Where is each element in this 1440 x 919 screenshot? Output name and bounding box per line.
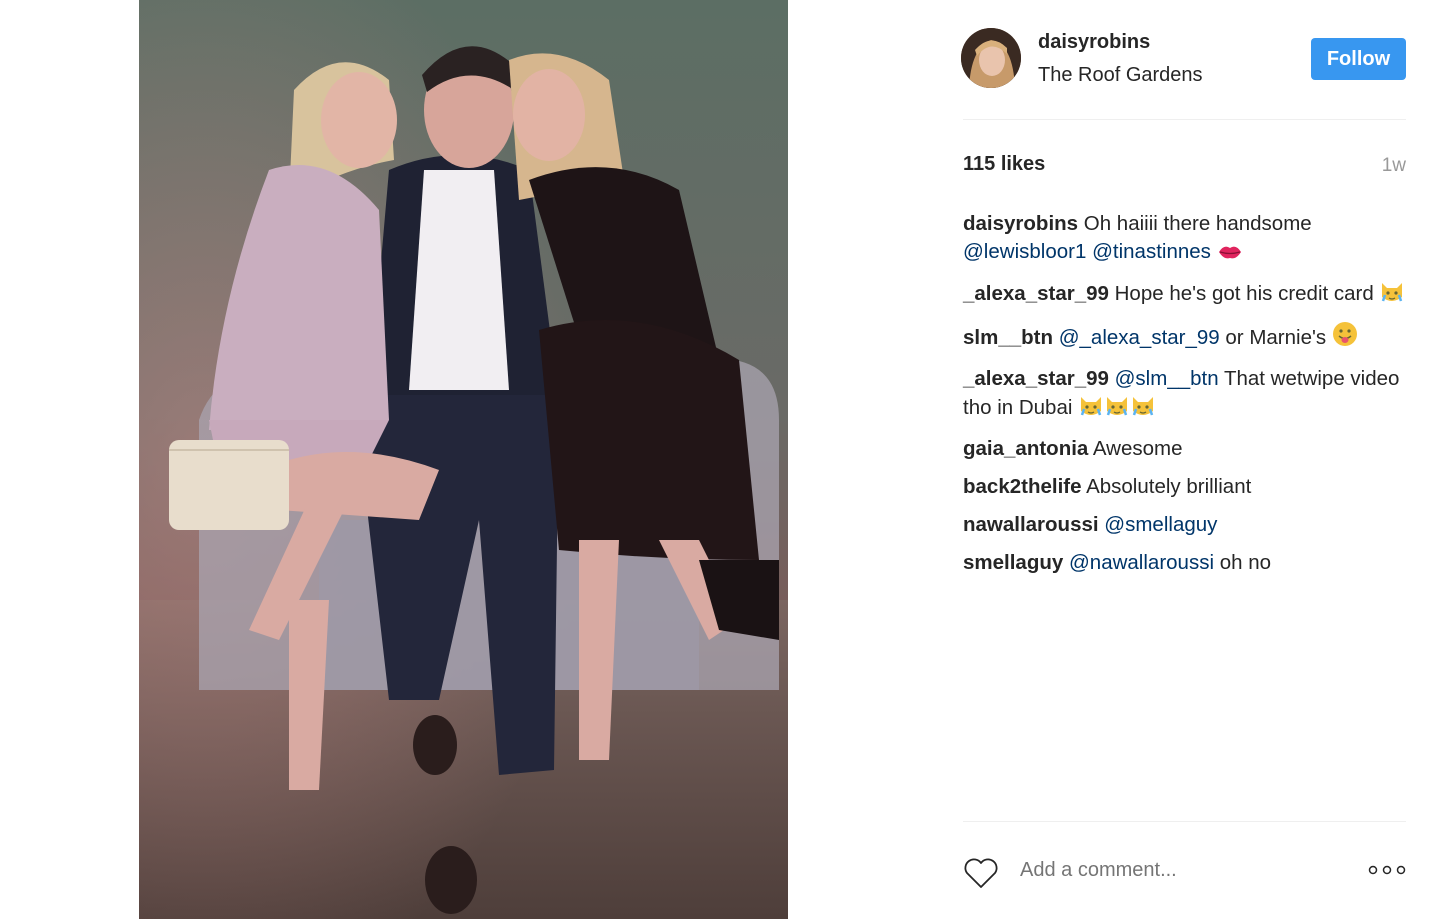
comment-item: slm__btn @_alexa_star_99 or Marnie's [963, 321, 1406, 355]
comment-mention-link[interactable]: @lewisbloor1 [963, 240, 1086, 263]
photo-illustration [139, 0, 788, 919]
comment-mention-link[interactable]: @nawallaroussi [1069, 551, 1214, 574]
post-header: daisyrobins The Roof Gardens Follow [961, 28, 1406, 90]
comment-input[interactable] [1018, 858, 1342, 883]
post-location[interactable]: The Roof Gardens [1038, 64, 1203, 87]
comment-username[interactable]: nawallaroussi [963, 513, 1099, 536]
crying-cat-emoji [1379, 279, 1405, 311]
user-avatar[interactable] [961, 28, 1021, 88]
comment-item: _alexa_star_99 Hope he's got his credit … [963, 279, 1406, 311]
post-details-panel: daisyrobins The Roof Gardens Follow 115 … [961, 0, 1406, 919]
follow-button[interactable]: Follow [1311, 38, 1406, 80]
comment-text: or Marnie's [1219, 326, 1332, 349]
post-username[interactable]: daisyrobins [1038, 31, 1150, 54]
comment-item: smellaguy @nawallaroussi oh no [963, 549, 1406, 577]
comment-username[interactable]: _alexa_star_99 [963, 367, 1109, 390]
comment-item: back2thelife Absolutely brilliant [963, 473, 1406, 501]
comment-mention-link[interactable]: @tinastinnes [1092, 240, 1211, 263]
comment-item: nawallaroussi @smellaguy [963, 511, 1406, 539]
comment-mention-link[interactable]: @_alexa_star_99 [1059, 326, 1220, 349]
post-photo[interactable] [139, 0, 788, 919]
kiss-lips-emoji [1217, 241, 1243, 269]
comment-text: Awesome [1088, 437, 1183, 460]
crying-cat-emoji-x3 [1078, 393, 1156, 425]
comment-username[interactable]: gaia_antonia [963, 437, 1088, 460]
header-divider [963, 119, 1406, 120]
comment-username[interactable]: daisyrobins [963, 212, 1078, 235]
comment-item: _alexa_star_99 @slm__btn That wetwipe vi… [963, 365, 1406, 425]
comment-text: Absolutely brilliant [1081, 475, 1252, 498]
comment-mention-link[interactable]: @smellaguy [1104, 513, 1217, 536]
avatar-illustration [961, 28, 1021, 88]
add-comment-bar [963, 848, 1406, 898]
comment-item: daisyrobins Oh haiiii there handsome @le… [963, 210, 1406, 269]
comment-text: oh no [1214, 551, 1271, 574]
likes-count[interactable]: 115 likes [963, 153, 1045, 176]
comment-divider [963, 821, 1406, 822]
comment-text: Hope he's got his credit card [1108, 282, 1380, 305]
comment-username[interactable]: _alexa_star_99 [963, 282, 1109, 305]
comment-text: Oh haiiii there handsome [1078, 212, 1312, 235]
instagram-post-view: daisyrobins The Roof Gardens Follow 115 … [0, 0, 1440, 919]
comment-item: gaia_antonia Awesome [963, 435, 1406, 463]
comments-list: daisyrobins Oh haiiii there handsome @le… [963, 210, 1406, 587]
comment-username[interactable]: smellaguy [963, 551, 1063, 574]
comment-username[interactable]: back2thelife [963, 475, 1082, 498]
tongue-face-emoji [1332, 321, 1358, 355]
comment-mention-link[interactable]: @slm__btn [1115, 367, 1219, 390]
more-options-icon[interactable] [1368, 862, 1406, 880]
heart-outline-icon[interactable] [963, 857, 999, 894]
comment-username[interactable]: slm__btn [963, 326, 1053, 349]
post-timestamp[interactable]: 1w [1382, 155, 1406, 177]
